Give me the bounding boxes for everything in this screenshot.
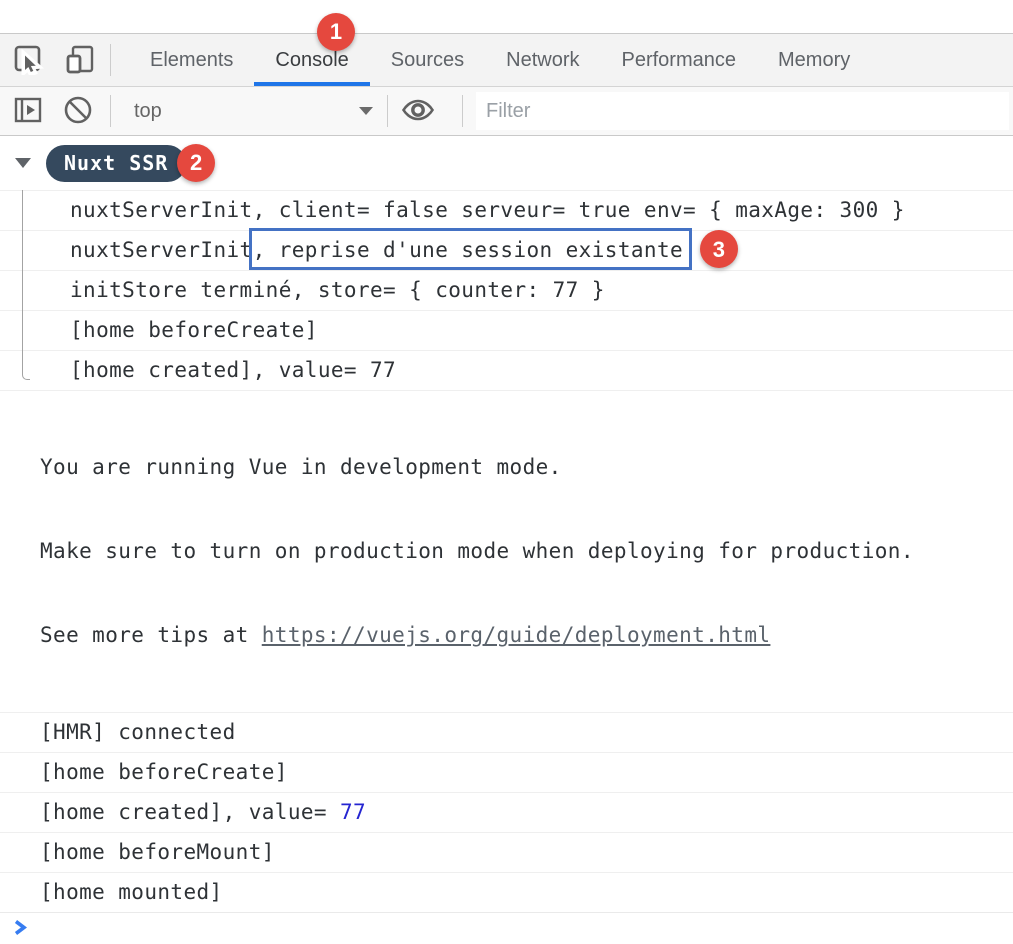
toolbar-divider	[387, 95, 388, 127]
create-live-expression-button[interactable]	[400, 93, 436, 129]
eye-icon	[401, 94, 435, 129]
console-message: [home created], value= 77	[0, 350, 1013, 390]
annotation-badge-3: 3	[700, 230, 738, 268]
toggle-device-toolbar-button[interactable]	[62, 42, 98, 78]
console-group-rows: nuxtServerInit, client= false serveur= t…	[0, 190, 1013, 390]
console-group-header: Nuxt SSR 2	[0, 136, 1013, 190]
tab-console[interactable]: Console	[254, 34, 369, 86]
vue-message-line: You are running Vue in development mode.	[40, 453, 1013, 481]
console-filter-input[interactable]	[476, 92, 1009, 130]
console-message: [HMR] connected	[0, 712, 1013, 752]
devtools-tabbar: Elements Console Sources Network Perform…	[0, 33, 1013, 86]
context-selector-label: top	[134, 100, 162, 123]
show-console-sidebar-button[interactable]	[10, 93, 46, 129]
console-message: [home beforeMount]	[0, 832, 1013, 872]
tab-performance[interactable]: Performance	[601, 34, 758, 86]
panel-tabs: Elements Console Sources Network Perform…	[129, 34, 871, 86]
device-toolbar-icon	[64, 43, 96, 78]
console-prompt[interactable]	[0, 912, 1013, 944]
console-toolbar: top	[0, 86, 1013, 136]
inspect-cursor-icon	[12, 43, 44, 78]
tab-elements[interactable]: Elements	[129, 34, 254, 86]
annotation-badge-2: 2	[177, 144, 215, 182]
console-sidebar-icon	[12, 94, 44, 129]
devtools-window: 1	[0, 0, 1013, 720]
console-log-area: Nuxt SSR 2 nuxtServerInit, client= false…	[0, 136, 1013, 944]
message-prefix: nuxtServerInit	[70, 238, 253, 262]
annotation-highlight-box: , reprise d'une session existante	[253, 238, 683, 262]
toolbar-divider	[462, 95, 463, 127]
vue-message-line: See more tips at https://vuejs.org/guide…	[40, 621, 1013, 649]
console-message: nuxtServerInit, client= false serveur= t…	[0, 190, 1013, 230]
inspect-element-button[interactable]	[10, 42, 46, 78]
console-message: [home created], value= 77	[0, 792, 1013, 832]
annotation-badge-1: 1	[317, 13, 355, 51]
deployment-guide-link[interactable]: https://vuejs.org/guide/deployment.html	[262, 623, 771, 647]
console-message: [home beforeCreate]	[0, 310, 1013, 350]
nuxt-ssr-group-badge[interactable]: Nuxt SSR	[46, 145, 186, 182]
tab-network[interactable]: Network	[485, 34, 600, 86]
chevron-down-icon	[359, 107, 373, 115]
number-value: 77	[340, 800, 366, 824]
tabbar-tool-icons	[0, 34, 110, 86]
group-collapse-triangle-icon[interactable]	[15, 158, 31, 168]
console-message: nuxtServerInit, reprise d'une session ex…	[0, 230, 1013, 270]
console-message: [home mounted]	[0, 872, 1013, 912]
tab-sources[interactable]: Sources	[370, 34, 485, 86]
tabbar-divider	[110, 44, 111, 76]
console-message: initStore terminé, store= { counter: 77 …	[0, 270, 1013, 310]
javascript-context-selector[interactable]: top	[111, 87, 387, 135]
vue-dev-mode-message: You are running Vue in development mode.…	[0, 390, 1013, 712]
clear-console-icon	[62, 94, 94, 129]
top-whitespace	[0, 0, 1013, 33]
clear-console-button[interactable]	[60, 93, 96, 129]
console-message: [home beforeCreate]	[0, 752, 1013, 792]
tab-memory[interactable]: Memory	[757, 34, 871, 86]
console-prompt-chevron-icon	[13, 917, 28, 941]
message-prefix: [home created], value=	[40, 800, 340, 824]
vue-message-prefix: See more tips at	[40, 623, 262, 647]
vue-message-line: Make sure to turn on production mode whe…	[40, 537, 1013, 565]
